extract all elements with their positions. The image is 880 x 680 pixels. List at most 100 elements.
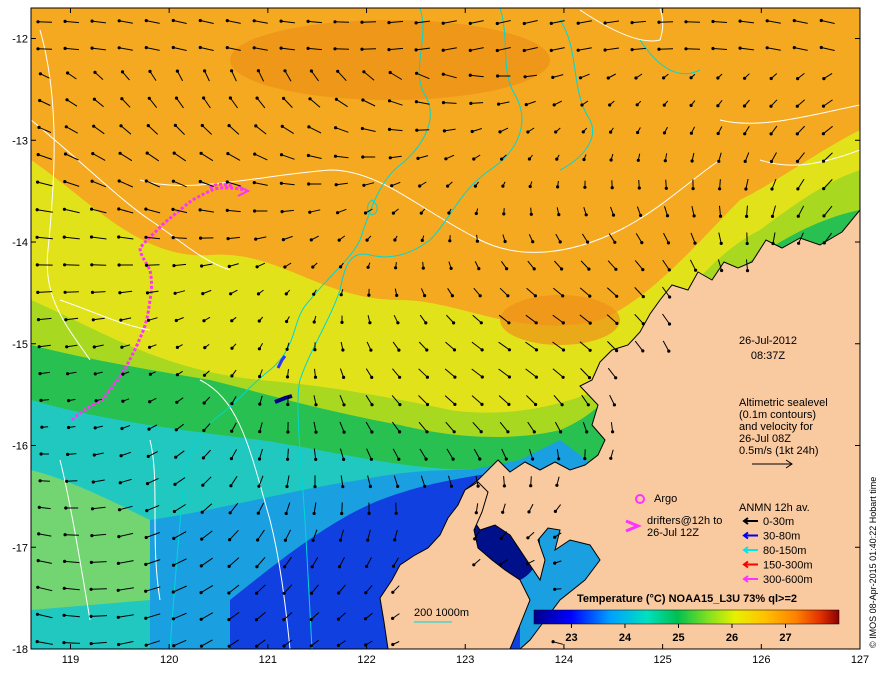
velocity-vector-head bbox=[414, 21, 418, 25]
velocity-vector-head bbox=[502, 212, 506, 216]
velocity-vector-head bbox=[472, 157, 476, 161]
velocity-vector-head bbox=[369, 457, 373, 461]
velocity-vector-head bbox=[38, 72, 43, 76]
velocity-vector-head bbox=[742, 104, 747, 108]
velocity-vector-head bbox=[67, 399, 71, 403]
velocity-vector-head bbox=[172, 644, 176, 648]
argo-label: Argo bbox=[654, 493, 677, 505]
velocity-vector-head bbox=[35, 263, 39, 267]
velocity-vector-head bbox=[507, 348, 511, 352]
velocity-vector-head bbox=[89, 235, 94, 239]
velocity-vector-head bbox=[90, 507, 95, 511]
velocity-vector-head bbox=[391, 616, 395, 621]
velocity-vector-head bbox=[663, 159, 667, 163]
velocity-vector-head bbox=[586, 403, 590, 407]
velocity-vector-head bbox=[144, 616, 148, 620]
velocity-vector-head bbox=[398, 375, 402, 379]
velocity-vector-head bbox=[92, 124, 96, 128]
velocity-vector-head bbox=[314, 403, 318, 407]
velocity-vector-head bbox=[441, 48, 445, 52]
velocity-vector-head bbox=[559, 430, 563, 434]
velocity-vector-head bbox=[613, 240, 617, 244]
velocity-vector-head bbox=[362, 183, 366, 187]
velocity-vector-head bbox=[279, 19, 283, 23]
velocity-vector-head bbox=[120, 426, 124, 431]
velocity-vector-head bbox=[718, 187, 722, 191]
velocity-vector-head bbox=[640, 241, 644, 245]
velocity-vector-head bbox=[227, 644, 231, 648]
velocity-vector-head bbox=[668, 295, 672, 299]
velocity-vector-head bbox=[446, 184, 450, 188]
velocity-vector-head bbox=[532, 430, 536, 434]
velocity-vector-head bbox=[256, 292, 261, 296]
velocity-vector-head bbox=[147, 427, 151, 431]
velocity-vector-head bbox=[480, 402, 484, 406]
velocity-vector-head bbox=[226, 152, 230, 156]
velocity-vector-head bbox=[370, 375, 374, 379]
velocity-vector-head bbox=[286, 430, 290, 434]
velocity-vector-head bbox=[314, 457, 318, 461]
velocity-vector-head bbox=[285, 484, 289, 489]
velocity-vector-head bbox=[201, 483, 205, 487]
velocity-vector-head bbox=[368, 321, 372, 325]
velocity-vector-head bbox=[367, 293, 371, 297]
velocity-vector-head bbox=[62, 613, 66, 617]
velocity-vector-head bbox=[630, 48, 634, 52]
velocity-vector-head bbox=[119, 454, 123, 458]
velocity-vector-head bbox=[639, 213, 643, 217]
velocity-vector-head bbox=[171, 45, 175, 50]
velocity-vector-head bbox=[397, 457, 401, 461]
velocity-vector-head bbox=[90, 46, 94, 50]
velocity-vector-head bbox=[556, 185, 560, 189]
velocity-vector-head bbox=[479, 430, 483, 434]
velocity-vector-head bbox=[553, 587, 557, 591]
velocity-vector-head bbox=[771, 241, 775, 246]
velocity-vector-head bbox=[144, 235, 148, 239]
velocity-vector-head bbox=[534, 348, 539, 352]
velocity-vector-head bbox=[692, 214, 696, 218]
colorbar-tick-label: 26 bbox=[726, 632, 738, 644]
velocity-vector-head bbox=[336, 69, 340, 73]
velocity-vector-head bbox=[282, 618, 286, 622]
velocity-vector-head bbox=[172, 151, 176, 155]
velocity-vector-head bbox=[38, 98, 42, 103]
velocity-vector-head bbox=[227, 264, 231, 268]
velocity-vector-head bbox=[387, 127, 392, 131]
velocity-vector-head bbox=[770, 187, 774, 191]
velocity-vector-head bbox=[452, 348, 457, 352]
colorbar-title: Temperature (°C) NOAA15_L3U 73% ql>=2 bbox=[577, 593, 797, 605]
velocity-vector-head bbox=[630, 21, 634, 25]
velocity-vector-head bbox=[308, 97, 312, 101]
velocity-vector-head bbox=[116, 588, 120, 592]
velocity-vector-head bbox=[370, 430, 374, 434]
velocity-vector-head bbox=[64, 125, 68, 129]
velocity-vector-head bbox=[765, 19, 769, 23]
velocity-vector-head bbox=[608, 103, 612, 107]
velocity-vector-head bbox=[90, 534, 94, 538]
velocity-vector-head bbox=[225, 180, 229, 184]
velocity-vector-head bbox=[561, 375, 565, 379]
velocity-vector-head bbox=[665, 214, 670, 218]
velocity-vector-head bbox=[716, 76, 720, 80]
velocity-vector-head bbox=[89, 614, 93, 619]
velocity-vector-head bbox=[36, 20, 40, 24]
colorbar-tick-label: 24 bbox=[619, 632, 632, 644]
velocity-vector-head bbox=[117, 508, 122, 512]
velocity-vector-head bbox=[333, 20, 337, 24]
velocity-vector-head bbox=[549, 48, 553, 53]
velocity-vector-head bbox=[172, 536, 176, 541]
velocity-vector-head bbox=[472, 563, 476, 567]
velocity-vector-head bbox=[441, 101, 446, 105]
velocity-vector-head bbox=[684, 47, 688, 51]
velocity-vector-head bbox=[306, 19, 310, 23]
velocity-vector-head bbox=[792, 19, 796, 23]
velocity-vector-head bbox=[203, 69, 207, 73]
velocity-vector-head bbox=[308, 210, 312, 214]
velocity-vector-head bbox=[587, 376, 592, 380]
velocity-vector-head bbox=[279, 153, 284, 157]
velocity-vector-head bbox=[309, 591, 314, 595]
velocity-vector-head bbox=[391, 590, 395, 594]
velocity-vector-head bbox=[553, 561, 557, 565]
velocity-vector-head bbox=[769, 132, 773, 136]
velocity-vector-head bbox=[283, 565, 287, 569]
